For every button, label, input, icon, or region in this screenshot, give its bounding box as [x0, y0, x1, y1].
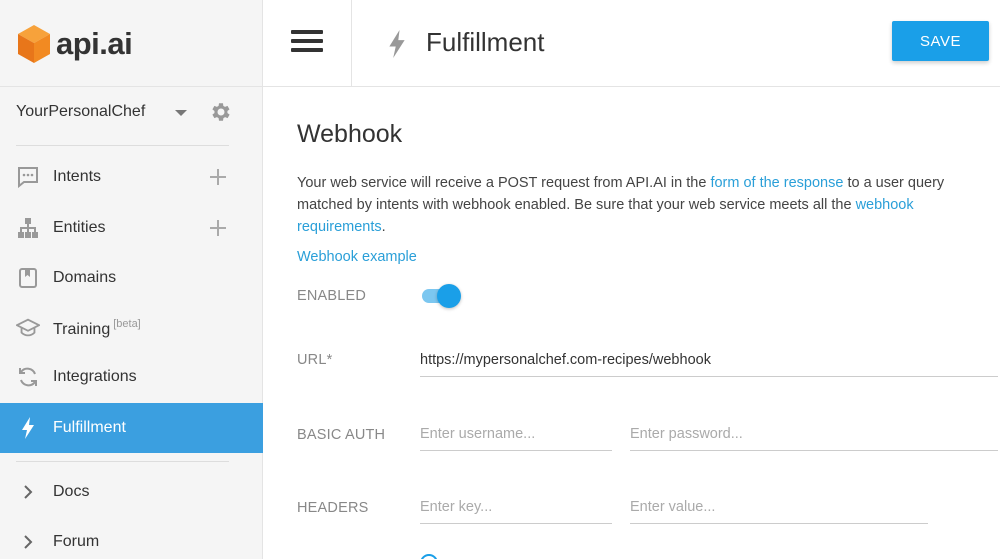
- sidebar-item-label: Fulfillment: [53, 419, 126, 436]
- basic-auth-label: BASIC AUTH: [297, 427, 386, 443]
- sidebar-link-label: Forum: [53, 533, 100, 550]
- add-intent-icon[interactable]: [208, 167, 228, 187]
- sidebar-divider: [16, 461, 229, 462]
- logo-text: api.ai: [56, 26, 133, 61]
- header-value-field[interactable]: Enter value...: [630, 494, 928, 524]
- sidebar-item-intents[interactable]: Intents: [0, 152, 263, 202]
- hierarchy-icon: [16, 216, 40, 240]
- toggle-knob: [437, 284, 461, 308]
- enabled-toggle[interactable]: [420, 284, 461, 308]
- sidebar-link-forum[interactable]: Forum: [0, 517, 263, 559]
- enabled-label: ENABLED: [297, 288, 367, 304]
- gear-icon[interactable]: [209, 100, 233, 124]
- sidebar-item-training[interactable]: Training [beta]: [0, 303, 263, 353]
- sync-icon: [16, 365, 40, 389]
- beta-badge: [beta]: [113, 317, 141, 330]
- agent-name: YourPersonalChef: [16, 103, 146, 120]
- api-ai-logo-icon: [18, 25, 50, 63]
- sidebar-link-docs[interactable]: Docs: [0, 467, 263, 517]
- header-divider: [351, 0, 352, 86]
- url-label: URL*: [297, 352, 333, 368]
- sidebar-item-integrations[interactable]: Integrations: [0, 352, 263, 402]
- caret-down-icon[interactable]: [175, 110, 187, 116]
- key-placeholder: Enter key...: [420, 499, 493, 515]
- header-key-field[interactable]: Enter key...: [420, 494, 612, 524]
- section-title: Webhook: [297, 120, 403, 148]
- value-placeholder: Enter value...: [630, 499, 716, 515]
- main-content: Webhook Your web service will receive a …: [263, 87, 1000, 559]
- sidebar-item-label: Entities: [53, 219, 106, 236]
- sidebar: api.ai YourPersonalChef Intents Entities…: [0, 0, 263, 559]
- webhook-description: Your web service will receive a POST req…: [297, 172, 977, 238]
- headers-label: HEADERS: [297, 500, 369, 516]
- password-field[interactable]: Enter password...: [630, 421, 998, 451]
- sidebar-item-entities[interactable]: Entities: [0, 203, 263, 253]
- chat-bubble-icon: [16, 165, 40, 189]
- form-of-response-link[interactable]: form of the response: [710, 175, 843, 191]
- agent-selector[interactable]: YourPersonalChef: [16, 100, 246, 124]
- chevron-right-icon: [16, 480, 40, 504]
- graduation-cap-icon: [16, 316, 40, 340]
- desc-text: .: [381, 219, 386, 235]
- sidebar-item-label: Domains: [53, 269, 117, 286]
- training-label: Training: [53, 320, 111, 338]
- sidebar-item-fulfillment[interactable]: Fulfillment: [0, 403, 263, 453]
- username-field[interactable]: Enter username...: [420, 421, 612, 451]
- desc-text: Your web service will receive a POST req…: [297, 175, 711, 191]
- sidebar-item-label: Intents: [53, 168, 102, 185]
- username-placeholder: Enter username...: [420, 426, 536, 442]
- add-entity-icon[interactable]: [208, 218, 228, 238]
- radio-icon[interactable]: [420, 554, 438, 559]
- url-field[interactable]: https://mypersonalchef.com-recipes/webho…: [420, 347, 998, 377]
- sidebar-item-domains[interactable]: Domains: [0, 253, 263, 303]
- sidebar-divider: [16, 145, 229, 146]
- bolt-icon: [389, 30, 405, 58]
- logo[interactable]: api.ai: [16, 22, 133, 66]
- sidebar-link-label: Docs: [53, 483, 90, 500]
- save-button[interactable]: SAVE: [892, 21, 989, 61]
- webhook-example-link[interactable]: Webhook example: [297, 249, 417, 265]
- page-title: Fulfillment: [426, 27, 545, 57]
- hamburger-menu-icon[interactable]: [291, 30, 323, 54]
- sidebar-divider: [0, 86, 263, 87]
- sidebar-item-label: Training [beta]: [53, 318, 141, 339]
- chevron-right-icon: [16, 530, 40, 554]
- sidebar-item-label: Integrations: [53, 368, 137, 385]
- top-header: Fulfillment SAVE: [263, 0, 1000, 87]
- url-value: https://mypersonalchef.com-recipes/webho…: [420, 352, 711, 368]
- bolt-icon: [16, 416, 40, 440]
- book-icon: [16, 266, 40, 290]
- password-placeholder: Enter password...: [630, 426, 743, 442]
